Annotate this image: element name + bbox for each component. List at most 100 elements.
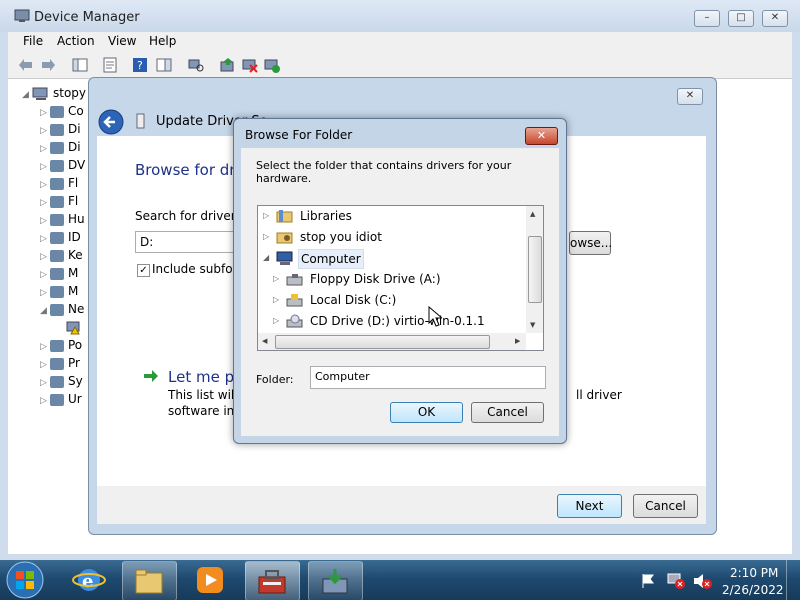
expand-arrow-icon[interactable]: ▷	[273, 312, 279, 330]
list-description-line1-tail: ll driver	[576, 388, 622, 402]
wizard-footer: Next Cancel	[97, 486, 706, 524]
action-pane-icon[interactable]	[156, 57, 172, 73]
tree-item[interactable]: ▷ ID	[40, 230, 81, 244]
internet-explorer-icon[interactable]: e	[72, 565, 106, 595]
driver-path-value: D:	[140, 235, 154, 249]
tree-item[interactable]: ▷ Po	[40, 338, 82, 352]
tree-item[interactable]: ▷ Sy	[40, 374, 83, 388]
browse-cancel-button[interactable]: Cancel	[471, 402, 544, 423]
menu-bar: File Action View Help	[8, 32, 792, 52]
network-adapter-icon	[50, 303, 64, 316]
menu-file[interactable]: File	[23, 34, 43, 48]
uninstall-icon[interactable]	[242, 57, 258, 73]
start-button-icon[interactable]	[4, 560, 46, 600]
file-explorer-icon	[135, 569, 163, 594]
back-icon[interactable]	[18, 57, 34, 73]
include-subfolders-checkbox[interactable]: ✓	[137, 264, 150, 277]
expand-arrow-icon[interactable]: ▷	[273, 291, 279, 309]
computer-icon	[276, 251, 293, 265]
green-arrow-icon	[144, 370, 158, 382]
folder-tree[interactable]: ▷ Libraries ▷ stop you idiot ◢ Computer ▷ Fl…	[257, 205, 544, 351]
vertical-scrollbar[interactable]: ▲ ▼	[526, 206, 543, 333]
tree-item-network-device[interactable]	[66, 320, 82, 335]
svg-text:?: ?	[137, 59, 143, 72]
device-manager-titlebar[interactable]: Device Manager – □ ✕	[0, 0, 800, 32]
tree-item[interactable]: ◢ Ne	[40, 302, 84, 316]
show-desktop-button[interactable]	[786, 560, 800, 600]
horizontal-scroll-thumb[interactable]	[275, 335, 490, 349]
driver-path-input[interactable]: D:	[135, 231, 242, 253]
tree-item[interactable]: ▷ Hu	[40, 212, 85, 226]
folder-input-value: Computer	[315, 370, 370, 383]
expand-arrow-icon[interactable]: ▷	[263, 207, 269, 225]
tree-item[interactable]: ▷ DV	[40, 158, 85, 172]
minimize-button[interactable]: –	[694, 10, 720, 27]
wizard-heading: Browse for dri	[135, 161, 240, 179]
tree-item-label: Sy	[68, 374, 83, 388]
vertical-scroll-thumb[interactable]	[528, 236, 542, 303]
scan-hardware-icon[interactable]	[188, 57, 204, 73]
tree-item[interactable]: ▷ Ke	[40, 248, 83, 262]
horizontal-scrollbar[interactable]: ◀ ▶	[258, 333, 526, 350]
tree-item[interactable]: ▷ Di	[40, 140, 81, 154]
menu-action[interactable]: Action	[57, 34, 95, 48]
update-driver-icon[interactable]	[220, 57, 236, 73]
mouse-cursor-icon	[428, 306, 442, 327]
action-center-flag-icon[interactable]	[640, 573, 656, 589]
tree-item[interactable]: ▷ Ur	[40, 392, 82, 406]
folder-input[interactable]: Computer	[310, 366, 546, 389]
network-warning-icon[interactable]	[666, 572, 686, 590]
device-manager-app-icon	[14, 9, 30, 22]
wizard-cancel-button[interactable]: Cancel	[633, 494, 698, 518]
device-category-icon	[50, 375, 64, 388]
show-hide-console-tree-icon[interactable]	[72, 57, 88, 73]
scroll-left-icon[interactable]: ◀	[262, 337, 267, 345]
tree-item[interactable]: ▷ Pr	[40, 356, 80, 370]
cd-drive-icon	[286, 314, 303, 328]
tree-item[interactable]: ▷ Fl	[40, 176, 78, 190]
device-category-icon	[50, 231, 64, 244]
tree-item-label: Ne	[68, 302, 85, 316]
scroll-right-icon[interactable]: ▶	[515, 337, 520, 345]
tree-item[interactable]: ▷ M	[40, 284, 78, 298]
back-arrow-icon[interactable]	[97, 108, 125, 136]
menu-help[interactable]: Help	[149, 34, 176, 48]
collapse-arrow-icon[interactable]: ◢	[263, 249, 269, 267]
browse-close-button[interactable]: ✕	[525, 127, 558, 145]
properties-icon[interactable]	[102, 57, 118, 73]
folder-item-label: Computer	[298, 249, 364, 269]
floppy-drive-icon	[286, 274, 303, 286]
update-driver-close-button[interactable]: ✕	[677, 88, 703, 105]
forward-icon[interactable]	[40, 57, 56, 73]
scroll-down-icon[interactable]: ▼	[530, 321, 535, 329]
device-category-icon	[50, 249, 64, 262]
maximize-button[interactable]: □	[728, 10, 754, 27]
menu-view[interactable]: View	[108, 34, 136, 48]
tree-item[interactable]: ▷ Co	[40, 104, 84, 118]
tree-item[interactable]: ▷ M	[40, 266, 78, 280]
taskbar-explorer[interactable]	[122, 561, 177, 601]
folder-item-label: stop you idiot	[300, 230, 382, 244]
volume-muted-icon[interactable]	[692, 572, 712, 590]
device-category-icon	[50, 123, 64, 136]
taskbar-media-player[interactable]	[196, 566, 224, 597]
tree-item[interactable]: ▷ Di	[40, 122, 81, 136]
clock-date[interactable]: 2/26/2022	[722, 583, 784, 597]
scroll-up-icon[interactable]: ▲	[530, 210, 535, 218]
help-icon[interactable]: ?	[132, 57, 148, 73]
expand-arrow-icon[interactable]: ▷	[263, 228, 269, 246]
taskbar-driver-install[interactable]	[308, 561, 363, 601]
ok-button[interactable]: OK	[390, 402, 463, 423]
clock-time[interactable]: 2:10 PM	[730, 566, 778, 580]
expand-arrow-icon[interactable]: ▷	[273, 270, 279, 288]
enable-device-icon[interactable]	[264, 57, 280, 73]
tree-item[interactable]: ▷ Fl	[40, 194, 78, 208]
taskbar-device-manager[interactable]	[245, 561, 300, 601]
tree-root[interactable]: ◢ stopy	[22, 86, 86, 101]
folder-item-label: Local Disk (C:)	[310, 293, 397, 307]
next-button[interactable]: Next	[557, 494, 622, 518]
browse-instruction: Select the folder that contains drivers …	[256, 159, 512, 185]
browse-button[interactable]: owse...	[569, 231, 612, 255]
close-button[interactable]: ✕	[762, 10, 788, 27]
device-category-icon	[50, 285, 64, 298]
